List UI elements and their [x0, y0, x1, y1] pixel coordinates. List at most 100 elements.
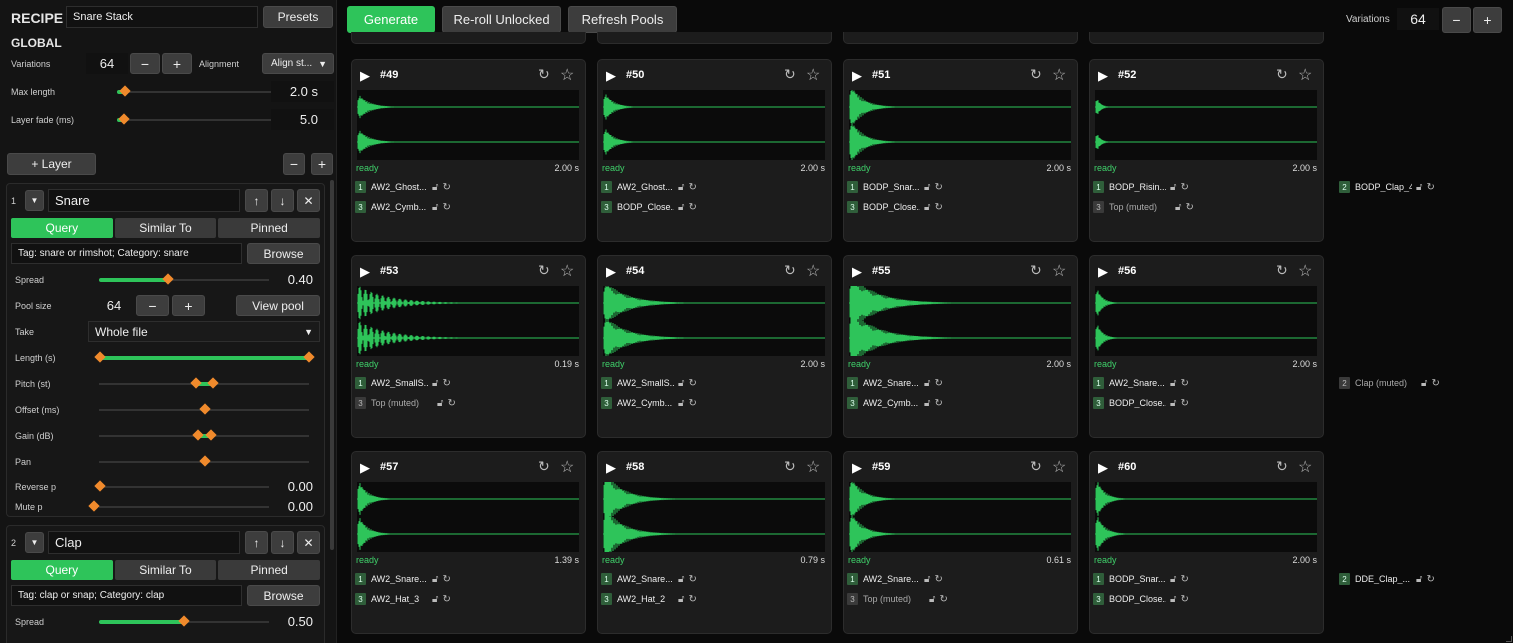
reroll-icon[interactable]: ↻	[442, 594, 450, 605]
view-pool-button[interactable]: View pool	[236, 295, 320, 316]
layer-chip[interactable]: 3 AW2_Cymb... 🔓︎ ↻	[847, 396, 943, 410]
layer-chip[interactable]: 2 BODP_Clap_4 🔓︎ ↻	[1339, 180, 1435, 194]
pitch-max-knob[interactable]	[207, 377, 219, 389]
query-input[interactable]: Tag: clap or snap; Category: clap	[11, 585, 242, 606]
layer-chip[interactable]: 1 AW2_Snare... 🔓︎ ↻	[847, 572, 943, 586]
layer-chip[interactable]: 3 BODP_Close... 🔓︎ ↻	[1093, 592, 1189, 606]
waveform[interactable]	[849, 482, 1071, 552]
reroll-icon[interactable]: ↻	[688, 574, 696, 585]
layer-chip[interactable]: 3 BODP_Close... 🔓︎ ↻	[847, 200, 943, 214]
layer-chip[interactable]: 1 AW2_SmallS... 🔓︎ ↻	[355, 376, 451, 390]
play-icon[interactable]: ▶	[606, 68, 616, 84]
layer-collapse-button[interactable]: ▼	[25, 532, 44, 553]
tab-similar-to[interactable]: Similar To	[114, 560, 217, 580]
variation-card[interactable]: ▶ #56 ↻ ☆ ready 2.00 s 1 AW2_Snare... 🔓︎…	[1089, 255, 1440, 438]
reroll-icon[interactable]: ↻	[447, 398, 455, 409]
remove-layer-button[interactable]: ✕	[297, 531, 320, 554]
reroll-icon[interactable]: ↻	[1180, 378, 1188, 389]
move-up-button[interactable]: ↑	[245, 189, 268, 212]
star-icon[interactable]: ☆	[1298, 65, 1312, 85]
variation-card[interactable]: ▶ #51 ↻ ☆ ready 2.00 s 1 BODP_Snar... 🔓︎…	[843, 59, 1189, 242]
star-icon[interactable]: ☆	[806, 261, 820, 281]
lock-icon[interactable]: 🔓︎	[1416, 574, 1422, 585]
alignment-select[interactable]: Align st... ▼	[262, 53, 334, 74]
layer-chip[interactable]: 3 BODP_Close... 🔓︎ ↻	[1093, 396, 1189, 410]
waveform[interactable]	[1095, 286, 1317, 356]
length-max-knob[interactable]	[303, 351, 315, 363]
query-input[interactable]: Tag: snare or rimshot; Category: snare	[11, 243, 242, 264]
lock-icon[interactable]: 🔓︎	[924, 202, 930, 213]
reroll-icon[interactable]: ↻	[934, 574, 942, 585]
lock-icon[interactable]: 🔓︎	[432, 378, 438, 389]
move-up-button[interactable]: ↑	[245, 531, 268, 554]
variation-card[interactable]: ▶ #59 ↻ ☆ ready 0.61 s 1 AW2_Snare... 🔓︎…	[843, 451, 1194, 634]
reroll-icon[interactable]: ↻	[1431, 378, 1439, 389]
spread-knob[interactable]	[178, 615, 190, 627]
variations-minus-button[interactable]: −	[130, 53, 160, 74]
lock-icon[interactable]: 🔓︎	[432, 182, 438, 193]
tab-pinned[interactable]: Pinned	[218, 218, 321, 238]
play-icon[interactable]: ▶	[852, 264, 862, 280]
lock-icon[interactable]: 🔓︎	[1170, 594, 1176, 605]
layer-chip[interactable]: 3 BODP_Close... 🔓︎ ↻	[601, 200, 697, 214]
remove-layer-button[interactable]: ✕	[297, 189, 320, 212]
take-select[interactable]: Whole file ▼	[88, 321, 320, 342]
reroll-icon[interactable]: ↻	[688, 378, 696, 389]
length-min-knob[interactable]	[94, 351, 106, 363]
max-length-slider[interactable]	[117, 91, 272, 93]
tab-similar-to[interactable]: Similar To	[114, 218, 217, 238]
play-icon[interactable]: ▶	[360, 460, 370, 476]
reroll-icon[interactable]: ↻	[1276, 66, 1288, 83]
reroll-icon[interactable]: ↻	[1276, 262, 1288, 279]
variation-card[interactable]: ▶ #55 ↻ ☆ ready 2.00 s 1 AW2_Snare... 🔓︎…	[843, 255, 1189, 438]
tab-query[interactable]: Query	[11, 218, 113, 238]
reroll-icon[interactable]: ↻	[1030, 262, 1042, 279]
lock-icon[interactable]: 🔓︎	[437, 398, 443, 409]
waveform[interactable]	[849, 90, 1071, 160]
variations-plus-button[interactable]: +	[1473, 7, 1502, 33]
gain-min-knob[interactable]	[192, 429, 204, 441]
reroll-icon[interactable]: ↻	[688, 202, 696, 213]
star-icon[interactable]: ☆	[1052, 261, 1066, 281]
lock-icon[interactable]: 🔓︎	[1175, 202, 1181, 213]
play-icon[interactable]: ▶	[852, 460, 862, 476]
reroll-icon[interactable]: ↻	[688, 594, 696, 605]
waveform[interactable]	[603, 90, 825, 160]
reroll-icon[interactable]: ↻	[442, 378, 450, 389]
reroll-icon[interactable]: ↻	[442, 202, 450, 213]
lock-icon[interactable]: 🔓︎	[924, 574, 930, 585]
layer-chip[interactable]: 1 AW2_SmallS... 🔓︎ ↻	[601, 376, 697, 390]
variation-card[interactable]: ▶ #57 ↻ ☆ ready 1.39 s 1 AW2_Snare... 🔓︎…	[351, 451, 697, 634]
layer-collapse-button[interactable]: ▼	[25, 190, 44, 211]
reroll-icon[interactable]: ↻	[939, 594, 947, 605]
pool-size-plus-button[interactable]: +	[172, 295, 205, 316]
lock-icon[interactable]: 🔓︎	[924, 182, 930, 193]
reroll-icon[interactable]: ↻	[442, 574, 450, 585]
max-length-knob[interactable]	[119, 85, 131, 97]
star-icon[interactable]: ☆	[560, 457, 574, 477]
reroll-icon[interactable]: ↻	[934, 378, 942, 389]
variations-minus-button[interactable]: −	[1442, 7, 1471, 33]
recipe-name-input[interactable]: Snare Stack	[66, 6, 258, 28]
layer-fade-value[interactable]: 5.0	[271, 109, 334, 130]
variation-card[interactable]: ▶ #54 ↻ ☆ ready 2.00 s 1 AW2_SmallS... 🔓…	[597, 255, 943, 438]
reroll-icon[interactable]: ↻	[1426, 574, 1434, 585]
reverse-knob[interactable]	[94, 480, 106, 492]
lock-icon[interactable]: 🔓︎	[678, 574, 684, 585]
generate-button[interactable]: Generate	[347, 6, 435, 33]
variations-value[interactable]: 64	[86, 53, 128, 74]
waveform[interactable]	[849, 286, 1071, 356]
play-icon[interactable]: ▶	[1098, 68, 1108, 84]
presets-button[interactable]: Presets	[263, 6, 333, 28]
star-icon[interactable]: ☆	[1052, 457, 1066, 477]
reroll-icon[interactable]: ↻	[538, 262, 550, 279]
spread-knob[interactable]	[162, 273, 174, 285]
mute-slider[interactable]	[99, 506, 269, 508]
layer-chip[interactable]: 2 Clap (muted) 🔓︎ ↻	[1339, 376, 1440, 390]
layer-fade-slider[interactable]	[117, 119, 272, 121]
pool-size-value[interactable]: 64	[93, 295, 135, 316]
browse-button[interactable]: Browse	[247, 585, 320, 606]
layer-chip[interactable]: 3 AW2_Hat_3 🔓︎ ↻	[355, 592, 451, 606]
variation-card[interactable]: ▶ #58 ↻ ☆ ready 0.79 s 1 AW2_Snare... 🔓︎…	[597, 451, 943, 634]
layer-chip[interactable]: 1 AW2_Snare... 🔓︎ ↻	[601, 572, 697, 586]
